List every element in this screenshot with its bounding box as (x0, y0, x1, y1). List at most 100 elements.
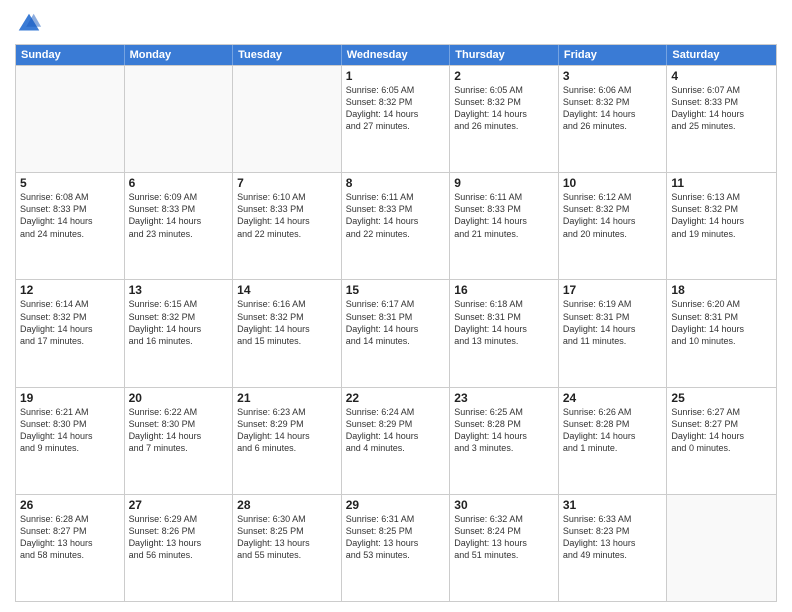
calendar-row-3: 12Sunrise: 6:14 AM Sunset: 8:32 PM Dayli… (16, 279, 776, 386)
calendar-cell-5: 5Sunrise: 6:08 AM Sunset: 8:33 PM Daylig… (16, 173, 125, 279)
calendar-cell-2: 2Sunrise: 6:05 AM Sunset: 8:32 PM Daylig… (450, 66, 559, 172)
calendar-cell-17: 17Sunrise: 6:19 AM Sunset: 8:31 PM Dayli… (559, 280, 668, 386)
calendar-cell-18: 18Sunrise: 6:20 AM Sunset: 8:31 PM Dayli… (667, 280, 776, 386)
cell-day-number: 4 (671, 69, 772, 83)
day-header-thursday: Thursday (450, 45, 559, 65)
calendar-cell-30: 30Sunrise: 6:32 AM Sunset: 8:24 PM Dayli… (450, 495, 559, 601)
cell-day-number: 28 (237, 498, 337, 512)
cell-info: Sunrise: 6:07 AM Sunset: 8:33 PM Dayligh… (671, 84, 772, 133)
cell-day-number: 3 (563, 69, 663, 83)
cell-info: Sunrise: 6:13 AM Sunset: 8:32 PM Dayligh… (671, 191, 772, 240)
calendar-cell-26: 26Sunrise: 6:28 AM Sunset: 8:27 PM Dayli… (16, 495, 125, 601)
cell-info: Sunrise: 6:30 AM Sunset: 8:25 PM Dayligh… (237, 513, 337, 562)
calendar-cell-7: 7Sunrise: 6:10 AM Sunset: 8:33 PM Daylig… (233, 173, 342, 279)
calendar-cell-10: 10Sunrise: 6:12 AM Sunset: 8:32 PM Dayli… (559, 173, 668, 279)
day-header-saturday: Saturday (667, 45, 776, 65)
calendar-cell-empty (16, 66, 125, 172)
calendar: SundayMondayTuesdayWednesdayThursdayFrid… (15, 44, 777, 602)
cell-info: Sunrise: 6:11 AM Sunset: 8:33 PM Dayligh… (454, 191, 554, 240)
cell-day-number: 6 (129, 176, 229, 190)
cell-info: Sunrise: 6:08 AM Sunset: 8:33 PM Dayligh… (20, 191, 120, 240)
cell-info: Sunrise: 6:29 AM Sunset: 8:26 PM Dayligh… (129, 513, 229, 562)
cell-info: Sunrise: 6:27 AM Sunset: 8:27 PM Dayligh… (671, 406, 772, 455)
calendar-row-4: 19Sunrise: 6:21 AM Sunset: 8:30 PM Dayli… (16, 387, 776, 494)
cell-info: Sunrise: 6:32 AM Sunset: 8:24 PM Dayligh… (454, 513, 554, 562)
cell-info: Sunrise: 6:11 AM Sunset: 8:33 PM Dayligh… (346, 191, 446, 240)
cell-day-number: 5 (20, 176, 120, 190)
cell-day-number: 19 (20, 391, 120, 405)
day-header-monday: Monday (125, 45, 234, 65)
calendar-cell-13: 13Sunrise: 6:15 AM Sunset: 8:32 PM Dayli… (125, 280, 234, 386)
cell-day-number: 1 (346, 69, 446, 83)
calendar-cell-empty (125, 66, 234, 172)
cell-day-number: 27 (129, 498, 229, 512)
calendar-cell-23: 23Sunrise: 6:25 AM Sunset: 8:28 PM Dayli… (450, 388, 559, 494)
calendar-cell-21: 21Sunrise: 6:23 AM Sunset: 8:29 PM Dayli… (233, 388, 342, 494)
cell-day-number: 16 (454, 283, 554, 297)
cell-day-number: 30 (454, 498, 554, 512)
cell-day-number: 18 (671, 283, 772, 297)
header (15, 10, 777, 38)
cell-info: Sunrise: 6:31 AM Sunset: 8:25 PM Dayligh… (346, 513, 446, 562)
cell-day-number: 21 (237, 391, 337, 405)
calendar-cell-11: 11Sunrise: 6:13 AM Sunset: 8:32 PM Dayli… (667, 173, 776, 279)
calendar-cell-6: 6Sunrise: 6:09 AM Sunset: 8:33 PM Daylig… (125, 173, 234, 279)
calendar-row-2: 5Sunrise: 6:08 AM Sunset: 8:33 PM Daylig… (16, 172, 776, 279)
calendar-cell-15: 15Sunrise: 6:17 AM Sunset: 8:31 PM Dayli… (342, 280, 451, 386)
calendar-header: SundayMondayTuesdayWednesdayThursdayFrid… (16, 45, 776, 65)
cell-day-number: 22 (346, 391, 446, 405)
cell-info: Sunrise: 6:22 AM Sunset: 8:30 PM Dayligh… (129, 406, 229, 455)
page: SundayMondayTuesdayWednesdayThursdayFrid… (0, 0, 792, 612)
calendar-cell-14: 14Sunrise: 6:16 AM Sunset: 8:32 PM Dayli… (233, 280, 342, 386)
calendar-row-5: 26Sunrise: 6:28 AM Sunset: 8:27 PM Dayli… (16, 494, 776, 601)
cell-day-number: 15 (346, 283, 446, 297)
cell-info: Sunrise: 6:24 AM Sunset: 8:29 PM Dayligh… (346, 406, 446, 455)
cell-day-number: 7 (237, 176, 337, 190)
calendar-cell-12: 12Sunrise: 6:14 AM Sunset: 8:32 PM Dayli… (16, 280, 125, 386)
cell-day-number: 12 (20, 283, 120, 297)
cell-day-number: 29 (346, 498, 446, 512)
cell-info: Sunrise: 6:33 AM Sunset: 8:23 PM Dayligh… (563, 513, 663, 562)
cell-day-number: 14 (237, 283, 337, 297)
calendar-cell-27: 27Sunrise: 6:29 AM Sunset: 8:26 PM Dayli… (125, 495, 234, 601)
calendar-cell-9: 9Sunrise: 6:11 AM Sunset: 8:33 PM Daylig… (450, 173, 559, 279)
calendar-cell-empty (233, 66, 342, 172)
cell-day-number: 17 (563, 283, 663, 297)
cell-info: Sunrise: 6:20 AM Sunset: 8:31 PM Dayligh… (671, 298, 772, 347)
calendar-cell-28: 28Sunrise: 6:30 AM Sunset: 8:25 PM Dayli… (233, 495, 342, 601)
day-header-friday: Friday (559, 45, 668, 65)
cell-day-number: 23 (454, 391, 554, 405)
calendar-cell-22: 22Sunrise: 6:24 AM Sunset: 8:29 PM Dayli… (342, 388, 451, 494)
cell-info: Sunrise: 6:21 AM Sunset: 8:30 PM Dayligh… (20, 406, 120, 455)
cell-info: Sunrise: 6:16 AM Sunset: 8:32 PM Dayligh… (237, 298, 337, 347)
cell-info: Sunrise: 6:23 AM Sunset: 8:29 PM Dayligh… (237, 406, 337, 455)
cell-day-number: 25 (671, 391, 772, 405)
cell-info: Sunrise: 6:18 AM Sunset: 8:31 PM Dayligh… (454, 298, 554, 347)
cell-info: Sunrise: 6:14 AM Sunset: 8:32 PM Dayligh… (20, 298, 120, 347)
cell-day-number: 10 (563, 176, 663, 190)
cell-info: Sunrise: 6:26 AM Sunset: 8:28 PM Dayligh… (563, 406, 663, 455)
calendar-cell-3: 3Sunrise: 6:06 AM Sunset: 8:32 PM Daylig… (559, 66, 668, 172)
calendar-row-1: 1 Sunrise: 6:05 AM Sunset: 8:32 PM Daylig… (16, 65, 776, 172)
calendar-cell-24: 24Sunrise: 6:26 AM Sunset: 8:28 PM Dayli… (559, 388, 668, 494)
logo (15, 10, 47, 38)
cell-info: Sunrise: 6:10 AM Sunset: 8:33 PM Dayligh… (237, 191, 337, 240)
cell-day-number: 2 (454, 69, 554, 83)
cell-day-number: 24 (563, 391, 663, 405)
calendar-cell-empty (667, 495, 776, 601)
cell-day-number: 13 (129, 283, 229, 297)
cell-day-number: 11 (671, 176, 772, 190)
cell-info: Sunrise: 6:17 AM Sunset: 8:31 PM Dayligh… (346, 298, 446, 347)
cell-info: Sunrise: 6:05 AM Sunset: 8:32 PM Dayligh… (454, 84, 554, 133)
cell-day-number: 9 (454, 176, 554, 190)
calendar-cell-8: 8Sunrise: 6:11 AM Sunset: 8:33 PM Daylig… (342, 173, 451, 279)
cell-info: Sunrise: 6:06 AM Sunset: 8:32 PM Dayligh… (563, 84, 663, 133)
calendar-cell-4: 4Sunrise: 6:07 AM Sunset: 8:33 PM Daylig… (667, 66, 776, 172)
calendar-cell-25: 25Sunrise: 6:27 AM Sunset: 8:27 PM Dayli… (667, 388, 776, 494)
calendar-cell-20: 20Sunrise: 6:22 AM Sunset: 8:30 PM Dayli… (125, 388, 234, 494)
calendar-cell-19: 19Sunrise: 6:21 AM Sunset: 8:30 PM Dayli… (16, 388, 125, 494)
cell-info: Sunrise: 6:12 AM Sunset: 8:32 PM Dayligh… (563, 191, 663, 240)
cell-info: Sunrise: 6:25 AM Sunset: 8:28 PM Dayligh… (454, 406, 554, 455)
calendar-cell-31: 31Sunrise: 6:33 AM Sunset: 8:23 PM Dayli… (559, 495, 668, 601)
calendar-body: 1 Sunrise: 6:05 AM Sunset: 8:32 PM Daylig… (16, 65, 776, 601)
